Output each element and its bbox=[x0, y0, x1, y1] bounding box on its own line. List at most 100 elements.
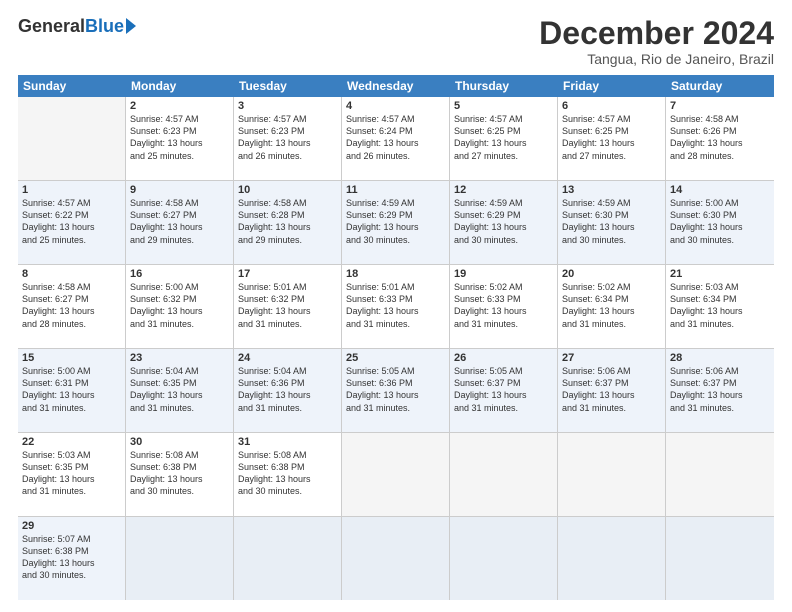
day-info: Sunrise: 5:00 AM Sunset: 6:31 PM Dayligh… bbox=[22, 365, 121, 414]
day-number: 18 bbox=[346, 268, 445, 280]
calendar-week-4: 15Sunrise: 5:00 AM Sunset: 6:31 PM Dayli… bbox=[18, 349, 774, 433]
day-info: Sunrise: 4:58 AM Sunset: 6:26 PM Dayligh… bbox=[670, 113, 770, 162]
day-info: Sunrise: 5:00 AM Sunset: 6:32 PM Dayligh… bbox=[130, 281, 229, 330]
day-number: 29 bbox=[22, 520, 121, 532]
day-number: 28 bbox=[670, 352, 770, 364]
title-block: December 2024 Tangua, Rio de Janeiro, Br… bbox=[539, 16, 774, 67]
calendar-cell: 6Sunrise: 4:57 AM Sunset: 6:25 PM Daylig… bbox=[558, 97, 666, 180]
day-number: 22 bbox=[22, 436, 121, 448]
day-number: 16 bbox=[130, 268, 229, 280]
calendar-cell: 23Sunrise: 5:04 AM Sunset: 6:35 PM Dayli… bbox=[126, 349, 234, 432]
calendar-cell: 22Sunrise: 5:03 AM Sunset: 6:35 PM Dayli… bbox=[18, 433, 126, 516]
calendar-cell: 2Sunrise: 4:57 AM Sunset: 6:23 PM Daylig… bbox=[126, 97, 234, 180]
calendar-cell: 27Sunrise: 5:06 AM Sunset: 6:37 PM Dayli… bbox=[558, 349, 666, 432]
day-number: 31 bbox=[238, 436, 337, 448]
logo-arrow-icon bbox=[126, 18, 136, 34]
day-number: 5 bbox=[454, 100, 553, 112]
day-info: Sunrise: 4:57 AM Sunset: 6:22 PM Dayligh… bbox=[22, 197, 121, 246]
day-info: Sunrise: 4:59 AM Sunset: 6:30 PM Dayligh… bbox=[562, 197, 661, 246]
calendar-cell bbox=[342, 517, 450, 600]
day-number: 1 bbox=[22, 184, 121, 196]
day-info: Sunrise: 5:00 AM Sunset: 6:30 PM Dayligh… bbox=[670, 197, 770, 246]
calendar-cell bbox=[666, 433, 774, 516]
header-tuesday: Tuesday bbox=[234, 75, 342, 97]
calendar-cell: 3Sunrise: 4:57 AM Sunset: 6:23 PM Daylig… bbox=[234, 97, 342, 180]
day-info: Sunrise: 5:08 AM Sunset: 6:38 PM Dayligh… bbox=[238, 449, 337, 498]
header-monday: Monday bbox=[126, 75, 234, 97]
header-friday: Friday bbox=[558, 75, 666, 97]
calendar-cell: 20Sunrise: 5:02 AM Sunset: 6:34 PM Dayli… bbox=[558, 265, 666, 348]
logo: General Blue bbox=[18, 16, 136, 37]
day-info: Sunrise: 4:58 AM Sunset: 6:27 PM Dayligh… bbox=[130, 197, 229, 246]
calendar-cell: 1Sunrise: 4:57 AM Sunset: 6:22 PM Daylig… bbox=[18, 181, 126, 264]
calendar-cell bbox=[558, 433, 666, 516]
day-number: 15 bbox=[22, 352, 121, 364]
day-info: Sunrise: 4:58 AM Sunset: 6:28 PM Dayligh… bbox=[238, 197, 337, 246]
day-info: Sunrise: 5:02 AM Sunset: 6:33 PM Dayligh… bbox=[454, 281, 553, 330]
header: General Blue December 2024 Tangua, Rio d… bbox=[18, 16, 774, 67]
day-number: 17 bbox=[238, 268, 337, 280]
location: Tangua, Rio de Janeiro, Brazil bbox=[539, 51, 774, 67]
day-number: 7 bbox=[670, 100, 770, 112]
day-number: 2 bbox=[130, 100, 229, 112]
day-info: Sunrise: 5:07 AM Sunset: 6:38 PM Dayligh… bbox=[22, 533, 121, 582]
header-saturday: Saturday bbox=[666, 75, 774, 97]
day-number: 26 bbox=[454, 352, 553, 364]
calendar-cell: 11Sunrise: 4:59 AM Sunset: 6:29 PM Dayli… bbox=[342, 181, 450, 264]
day-info: Sunrise: 5:05 AM Sunset: 6:36 PM Dayligh… bbox=[346, 365, 445, 414]
day-number: 14 bbox=[670, 184, 770, 196]
calendar-cell: 21Sunrise: 5:03 AM Sunset: 6:34 PM Dayli… bbox=[666, 265, 774, 348]
calendar-week-3: 8Sunrise: 4:58 AM Sunset: 6:27 PM Daylig… bbox=[18, 265, 774, 349]
day-info: Sunrise: 4:57 AM Sunset: 6:25 PM Dayligh… bbox=[454, 113, 553, 162]
calendar-cell bbox=[342, 433, 450, 516]
calendar-cell: 8Sunrise: 4:58 AM Sunset: 6:27 PM Daylig… bbox=[18, 265, 126, 348]
day-info: Sunrise: 5:05 AM Sunset: 6:37 PM Dayligh… bbox=[454, 365, 553, 414]
calendar-cell: 13Sunrise: 4:59 AM Sunset: 6:30 PM Dayli… bbox=[558, 181, 666, 264]
day-number: 23 bbox=[130, 352, 229, 364]
calendar-cell: 30Sunrise: 5:08 AM Sunset: 6:38 PM Dayli… bbox=[126, 433, 234, 516]
day-info: Sunrise: 5:06 AM Sunset: 6:37 PM Dayligh… bbox=[670, 365, 770, 414]
calendar-cell: 4Sunrise: 4:57 AM Sunset: 6:24 PM Daylig… bbox=[342, 97, 450, 180]
calendar-cell: 31Sunrise: 5:08 AM Sunset: 6:38 PM Dayli… bbox=[234, 433, 342, 516]
day-number: 27 bbox=[562, 352, 661, 364]
day-number: 12 bbox=[454, 184, 553, 196]
calendar-cell: 28Sunrise: 5:06 AM Sunset: 6:37 PM Dayli… bbox=[666, 349, 774, 432]
day-number: 11 bbox=[346, 184, 445, 196]
calendar-header: Sunday Monday Tuesday Wednesday Thursday… bbox=[18, 75, 774, 97]
calendar-cell: 16Sunrise: 5:00 AM Sunset: 6:32 PM Dayli… bbox=[126, 265, 234, 348]
calendar-week-1: 2Sunrise: 4:57 AM Sunset: 6:23 PM Daylig… bbox=[18, 97, 774, 181]
calendar-cell bbox=[126, 517, 234, 600]
page: General Blue December 2024 Tangua, Rio d… bbox=[0, 0, 792, 612]
calendar: Sunday Monday Tuesday Wednesday Thursday… bbox=[18, 75, 774, 600]
calendar-cell: 17Sunrise: 5:01 AM Sunset: 6:32 PM Dayli… bbox=[234, 265, 342, 348]
day-number: 10 bbox=[238, 184, 337, 196]
calendar-cell: 5Sunrise: 4:57 AM Sunset: 6:25 PM Daylig… bbox=[450, 97, 558, 180]
header-sunday: Sunday bbox=[18, 75, 126, 97]
day-info: Sunrise: 5:03 AM Sunset: 6:35 PM Dayligh… bbox=[22, 449, 121, 498]
day-info: Sunrise: 4:58 AM Sunset: 6:27 PM Dayligh… bbox=[22, 281, 121, 330]
calendar-cell: 15Sunrise: 5:00 AM Sunset: 6:31 PM Dayli… bbox=[18, 349, 126, 432]
day-number: 20 bbox=[562, 268, 661, 280]
logo-general: General bbox=[18, 16, 85, 37]
calendar-body: 2Sunrise: 4:57 AM Sunset: 6:23 PM Daylig… bbox=[18, 97, 774, 600]
calendar-cell bbox=[558, 517, 666, 600]
day-info: Sunrise: 5:04 AM Sunset: 6:35 PM Dayligh… bbox=[130, 365, 229, 414]
day-info: Sunrise: 4:57 AM Sunset: 6:23 PM Dayligh… bbox=[130, 113, 229, 162]
calendar-week-5: 22Sunrise: 5:03 AM Sunset: 6:35 PM Dayli… bbox=[18, 433, 774, 517]
calendar-cell: 12Sunrise: 4:59 AM Sunset: 6:29 PM Dayli… bbox=[450, 181, 558, 264]
day-info: Sunrise: 4:57 AM Sunset: 6:24 PM Dayligh… bbox=[346, 113, 445, 162]
day-number: 3 bbox=[238, 100, 337, 112]
day-number: 9 bbox=[130, 184, 229, 196]
day-number: 24 bbox=[238, 352, 337, 364]
header-thursday: Thursday bbox=[450, 75, 558, 97]
calendar-week-2: 1Sunrise: 4:57 AM Sunset: 6:22 PM Daylig… bbox=[18, 181, 774, 265]
calendar-cell: 25Sunrise: 5:05 AM Sunset: 6:36 PM Dayli… bbox=[342, 349, 450, 432]
month-title: December 2024 bbox=[539, 16, 774, 51]
day-info: Sunrise: 5:04 AM Sunset: 6:36 PM Dayligh… bbox=[238, 365, 337, 414]
day-info: Sunrise: 4:57 AM Sunset: 6:23 PM Dayligh… bbox=[238, 113, 337, 162]
day-info: Sunrise: 4:59 AM Sunset: 6:29 PM Dayligh… bbox=[454, 197, 553, 246]
calendar-cell: 18Sunrise: 5:01 AM Sunset: 6:33 PM Dayli… bbox=[342, 265, 450, 348]
day-number: 6 bbox=[562, 100, 661, 112]
calendar-cell bbox=[450, 517, 558, 600]
calendar-cell bbox=[234, 517, 342, 600]
